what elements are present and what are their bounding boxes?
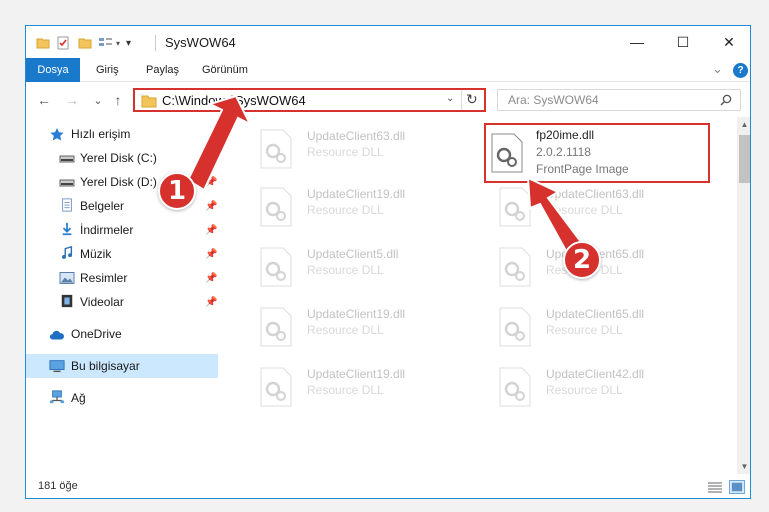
arrow-1 bbox=[186, 94, 253, 192]
annotation-overlay bbox=[186, 94, 586, 260]
callout-2: 2 bbox=[563, 241, 601, 279]
callout-1: 1 bbox=[158, 172, 196, 210]
